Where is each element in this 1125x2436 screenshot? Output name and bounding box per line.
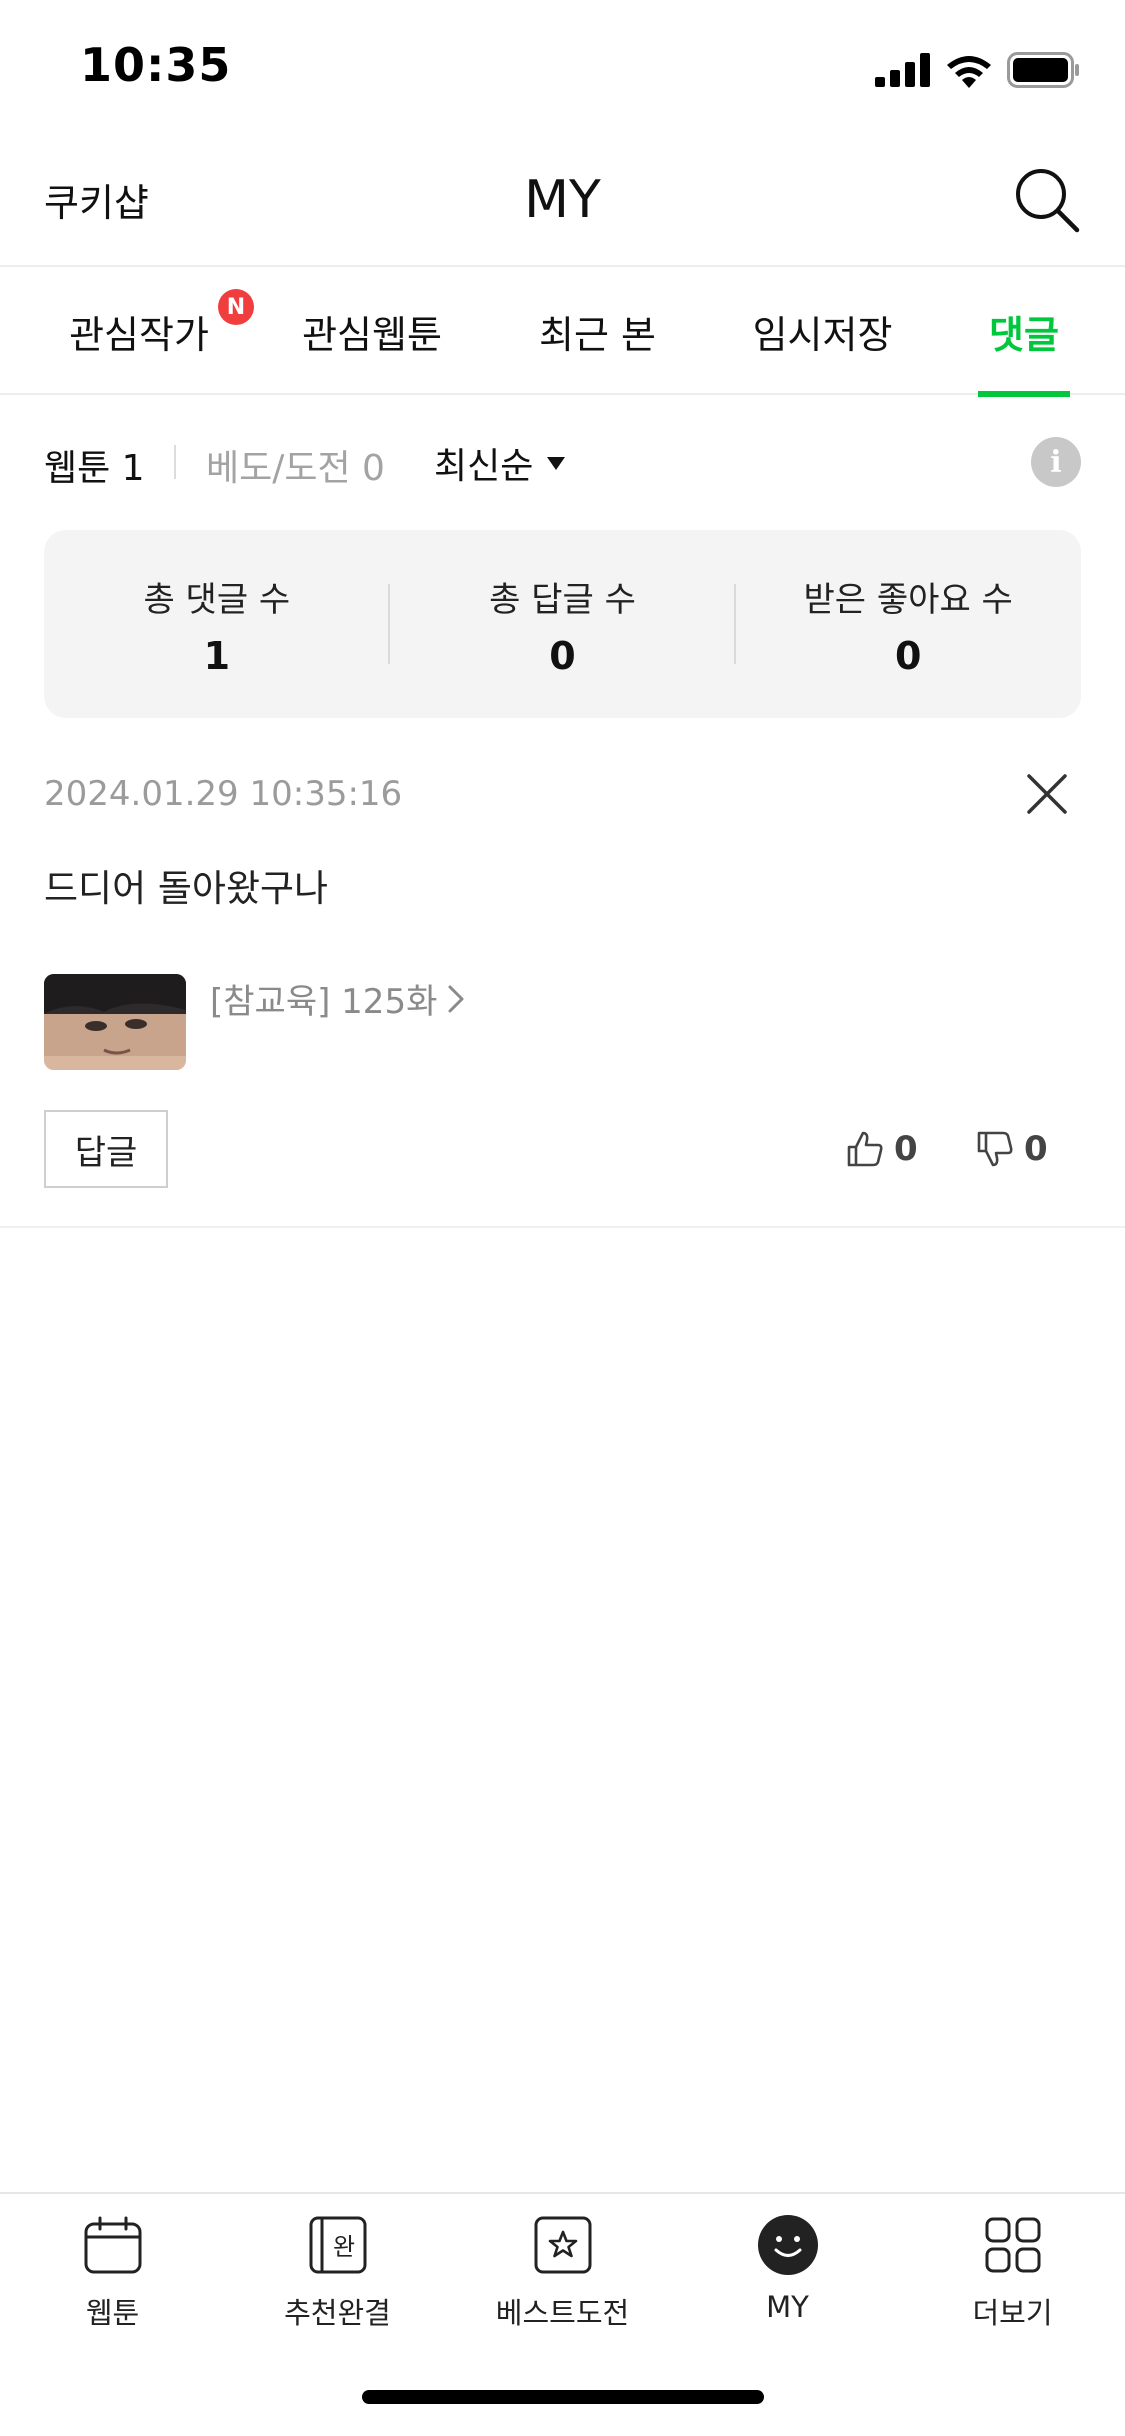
dislike-count: 0 (1024, 1129, 1048, 1169)
cellular-signal-icon (875, 53, 930, 87)
tab-label: 최근 본 (539, 312, 656, 357)
stat-total-replies: 총 답글 수 0 (390, 530, 736, 718)
chevron-right-icon (448, 985, 464, 1012)
thumbs-down-icon (977, 1131, 1013, 1167)
stat-value: 1 (203, 634, 231, 678)
comment-text: 드디어 돌아왔구나 (44, 867, 329, 910)
tab-favorite-authors[interactable]: 관심작가 (44, 267, 234, 395)
nav-webtoon[interactable]: 웹툰 (0, 2214, 225, 2334)
thumbs-up-icon (847, 1131, 883, 1167)
book-complete-icon: 완 (307, 2214, 369, 2276)
like-button[interactable]: 0 (846, 1124, 918, 1174)
comment-item: 2024.01.29 10:35:16 드디어 돌아왔구나 [참교육] 125화… (0, 718, 1125, 1228)
stat-value: 0 (549, 634, 576, 678)
tab-label: 임시저장 (752, 312, 893, 357)
filter-divider (174, 445, 176, 479)
sort-label: 최신순 (434, 446, 534, 487)
tab-bar: 관심작가 N 관심웹툰 최근 본 임시저장 댓글 (0, 265, 1125, 397)
status-time: 10:35 (80, 38, 232, 92)
filter-webtoon[interactable]: 웹툰 1 (44, 439, 145, 491)
webtoon-thumbnail-image (44, 974, 186, 1070)
header: 쿠키샵 MY (0, 140, 1125, 265)
webtoon-thumbnail[interactable] (44, 974, 186, 1070)
webtoon-episode-link[interactable]: [참교육] 125화 (210, 974, 465, 1023)
search-icon[interactable] (1011, 164, 1081, 234)
nav-recommended-complete[interactable]: 완 추천완결 (225, 2214, 450, 2334)
close-icon[interactable] (1025, 772, 1069, 816)
filter-challenge[interactable]: 베도/도전 0 (206, 439, 385, 491)
tab-favorite-webtoons[interactable]: 관심웹툰 (282, 267, 462, 395)
stat-divider (388, 584, 390, 664)
filter-row: 웹툰 1 베도/도전 0 최신순 i (0, 395, 1125, 525)
stat-total-comments: 총 댓글 수 1 (44, 530, 390, 718)
caret-down-icon (547, 456, 566, 470)
tab-drafts[interactable]: 임시저장 (735, 267, 910, 395)
stat-label: 총 답글 수 (489, 580, 636, 620)
nav-label: 추천완결 (284, 2296, 391, 2330)
star-box-icon (532, 2214, 594, 2276)
stat-received-likes: 받은 좋아요 수 0 (735, 530, 1081, 718)
nav-more[interactable]: 더보기 (900, 2214, 1125, 2334)
stat-divider (734, 584, 736, 664)
episode-title: [참교육] 125화 (210, 982, 438, 1022)
like-count: 0 (894, 1129, 918, 1169)
tab-recently-viewed[interactable]: 최근 본 (520, 267, 675, 395)
page-title: MY (524, 170, 601, 230)
tab-comments[interactable]: 댓글 (978, 267, 1070, 397)
smile-avatar-icon (757, 2214, 819, 2276)
nav-best-challenge[interactable]: 베스트도전 (450, 2214, 675, 2334)
nav-label: MY (766, 2290, 809, 2324)
stat-label: 총 댓글 수 (143, 580, 291, 620)
info-icon[interactable]: i (1031, 437, 1081, 487)
dislike-button[interactable]: 0 (976, 1124, 1048, 1174)
reply-button[interactable]: 답글 (44, 1110, 168, 1188)
status-bar: 10:35 (0, 0, 1125, 140)
status-icons (875, 48, 1081, 92)
grid-icon (982, 2214, 1044, 2276)
home-indicator[interactable] (362, 2390, 764, 2404)
tab-label: 관심웹툰 (302, 312, 442, 357)
nav-label: 웹툰 (85, 2296, 140, 2330)
calendar-icon (82, 2214, 144, 2276)
wifi-icon (947, 56, 991, 88)
nav-my[interactable]: MY (675, 2214, 900, 2334)
tab-label: 관심작가 (69, 312, 209, 357)
comment-date: 2024.01.29 10:35:16 (44, 774, 403, 814)
battery-icon (1007, 52, 1079, 88)
nav-label: 베스트도전 (495, 2296, 630, 2330)
stat-value: 0 (894, 634, 922, 678)
nav-label: 더보기 (972, 2296, 1053, 2330)
book-icon-text: 완 (332, 2233, 354, 2261)
sort-dropdown[interactable]: 최신순 (434, 437, 566, 489)
stat-label: 받은 좋아요 수 (803, 580, 1013, 620)
new-badge: N (218, 289, 254, 325)
comment-stats-card: 총 댓글 수 1 총 답글 수 0 받은 좋아요 수 0 (44, 530, 1081, 718)
tab-label: 댓글 (989, 312, 1059, 357)
